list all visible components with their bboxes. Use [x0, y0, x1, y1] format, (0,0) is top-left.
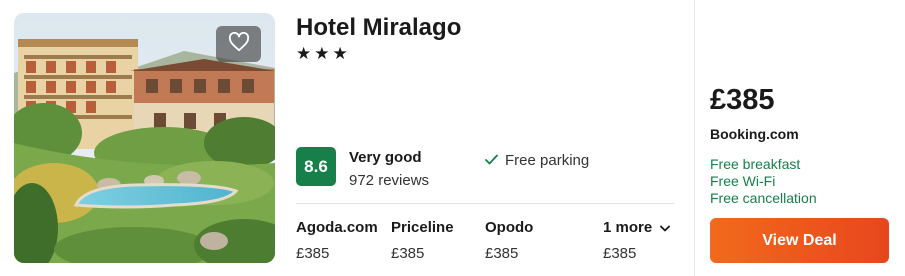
star-rating: ★★★ — [296, 44, 351, 63]
perk-free-cancellation: Free cancellation — [710, 190, 817, 206]
chevron-down-icon — [660, 219, 671, 236]
best-price: £385 — [710, 84, 775, 116]
amenity-label: Free parking — [505, 152, 590, 169]
more-providers-dropdown[interactable]: 1 more £385 — [603, 219, 671, 262]
perk-free-wifi: Free Wi-Fi — [710, 173, 776, 189]
review-count: 972 reviews — [349, 172, 430, 189]
section-divider — [296, 203, 674, 204]
deal-perks-list: Free breakfast Free Wi-Fi Free cancellat… — [710, 156, 817, 207]
provider-deal-agoda[interactable]: Agoda.com £385 — [296, 219, 378, 262]
more-providers-text: 1 more — [603, 219, 653, 236]
hotel-result-card: Hotel Miralago ★★★ 8.6 Very good 972 rev… — [0, 0, 905, 276]
provider-price: £385 — [603, 245, 637, 262]
provider-name: Priceline — [391, 219, 454, 236]
best-price-site: Booking.com — [710, 126, 799, 142]
more-providers-label: 1 more — [603, 219, 671, 236]
favorite-button[interactable] — [216, 26, 261, 62]
provider-name: Agoda.com — [296, 219, 378, 236]
rating-score-badge: 8.6 — [296, 147, 336, 186]
provider-price: £385 — [296, 245, 330, 262]
column-divider — [694, 0, 695, 276]
provider-name: Opodo — [485, 219, 534, 236]
provider-price: £385 — [391, 245, 425, 262]
hotel-name[interactable]: Hotel Miralago — [296, 14, 461, 42]
check-icon — [485, 152, 498, 169]
rating-label: Very good — [349, 149, 422, 166]
provider-deal-priceline[interactable]: Priceline £385 — [391, 219, 454, 262]
heart-icon — [228, 31, 250, 57]
provider-deal-opodo[interactable]: Opodo £385 — [485, 219, 533, 262]
view-deal-button[interactable]: View Deal — [710, 218, 889, 263]
amenity-free-parking: Free parking — [485, 152, 589, 169]
provider-price: £385 — [485, 245, 519, 262]
perk-free-breakfast: Free breakfast — [710, 156, 801, 172]
